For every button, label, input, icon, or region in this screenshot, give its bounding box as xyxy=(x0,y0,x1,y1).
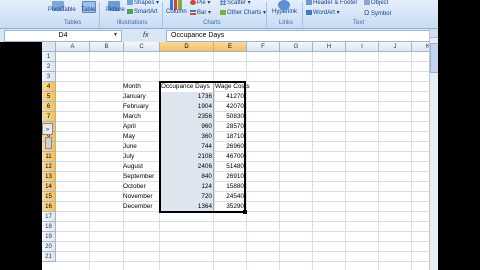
group-separator xyxy=(302,2,303,27)
object-button[interactable]: Object xyxy=(364,0,388,7)
row-header-7[interactable]: 7 xyxy=(42,112,56,122)
row-header-17[interactable]: 17 xyxy=(42,212,56,222)
column-header-e[interactable]: E xyxy=(214,42,247,52)
cell-month[interactable]: August xyxy=(123,162,143,172)
selection-border xyxy=(159,81,246,213)
omega-icon: Ω xyxy=(364,10,370,17)
row-header-3[interactable]: 3 xyxy=(42,72,56,82)
row-header-11[interactable]: 11 xyxy=(42,152,56,162)
column-header-f[interactable]: F xyxy=(247,42,280,52)
insert-function-button[interactable]: fx xyxy=(143,31,148,40)
bar-chart-button[interactable]: Bar ▾ xyxy=(190,10,211,17)
row-header-5[interactable]: 5 xyxy=(42,92,56,102)
row-header-20[interactable]: 20 xyxy=(42,242,56,252)
right-dark-border xyxy=(438,0,480,270)
row-header-18[interactable]: 18 xyxy=(42,222,56,232)
other-charts-icon xyxy=(220,10,226,15)
group-separator xyxy=(99,2,100,27)
links-group-label: Links xyxy=(279,20,294,26)
other-charts-button[interactable]: Other Charts ▾ xyxy=(220,10,266,17)
name-box[interactable]: D4 xyxy=(4,30,122,42)
cell-month[interactable]: May xyxy=(123,132,135,142)
cell-month[interactable]: December xyxy=(123,202,152,212)
left-dark-border xyxy=(0,42,42,270)
cell-month[interactable]: October xyxy=(123,182,146,192)
row-header-1[interactable]: 1 xyxy=(42,52,56,62)
expand-panel-button[interactable]: » xyxy=(42,123,53,135)
cell-month[interactable]: January xyxy=(123,92,146,102)
row-header-15[interactable]: 15 xyxy=(42,192,56,202)
pie-chart-button[interactable]: Pie ▾ xyxy=(190,0,210,7)
shapes-button[interactable]: Shapes ▾ xyxy=(127,0,159,7)
cell-month[interactable]: November xyxy=(123,192,152,202)
ribbon: PivotTable Table Tables Picture Shapes ▾… xyxy=(0,0,480,29)
row-header-12[interactable]: 12 xyxy=(42,162,56,172)
group-separator xyxy=(266,2,267,27)
pivottable-button[interactable]: PivotTable xyxy=(48,7,76,14)
header-month[interactable]: Month xyxy=(123,82,141,92)
text-group-label: Text xyxy=(353,20,365,26)
object-icon xyxy=(364,0,370,5)
header-footer-icon xyxy=(306,0,312,5)
row-header-13[interactable]: 13 xyxy=(42,172,56,182)
row-header-16[interactable]: 16 xyxy=(42,202,56,212)
column-chart-button[interactable]: Column xyxy=(166,9,187,16)
column-header-i[interactable]: I xyxy=(346,42,379,52)
column-header-a[interactable]: A xyxy=(56,42,90,52)
scatter-chart-button[interactable]: Scatter ▾ xyxy=(220,0,251,7)
cell-month[interactable]: March xyxy=(123,112,141,122)
cell-month[interactable]: September xyxy=(123,172,154,182)
cell-month[interactable]: February xyxy=(123,102,149,112)
charts-group-label: Charts xyxy=(203,20,221,26)
column-header-h[interactable]: H xyxy=(313,42,346,52)
scatter-chart-icon xyxy=(220,0,226,5)
row-header-4[interactable]: 4 xyxy=(42,82,56,92)
smartart-button[interactable]: SmartArt xyxy=(127,9,158,16)
symbol-button[interactable]: Ω Symbol xyxy=(364,10,391,18)
cell-month[interactable]: April xyxy=(123,122,136,132)
name-box-dropdown-icon[interactable]: ▼ xyxy=(113,33,118,38)
column-header-d[interactable]: D xyxy=(160,42,214,52)
row-header-14[interactable]: 14 xyxy=(42,182,56,192)
hyperlink-button[interactable]: Hyperlink xyxy=(272,9,297,16)
column-header-j[interactable]: J xyxy=(379,42,412,52)
picture-button[interactable]: Picture xyxy=(106,7,125,14)
header-footer-button[interactable]: Header & Footer xyxy=(306,0,357,7)
tables-group-label: Tables xyxy=(64,20,82,26)
smartart-icon xyxy=(127,9,133,14)
row-header-6[interactable]: 6 xyxy=(42,102,56,112)
cell-month[interactable]: June xyxy=(123,142,137,152)
bar-chart-icon xyxy=(190,10,196,15)
table-button[interactable]: Table xyxy=(81,7,95,14)
shapes-icon xyxy=(127,0,133,5)
illustrations-group-label: Illustrations xyxy=(117,20,148,26)
group-separator xyxy=(162,2,163,27)
row-header-19[interactable]: 19 xyxy=(42,232,56,242)
row-header-21[interactable]: 21 xyxy=(42,252,56,262)
fill-handle[interactable] xyxy=(243,210,247,214)
column-header-g[interactable]: G xyxy=(280,42,313,52)
wordart-icon xyxy=(306,10,312,15)
wordart-button[interactable]: WordArt ▾ xyxy=(306,10,340,17)
cell-month[interactable]: July xyxy=(123,152,134,162)
side-handle-icon[interactable] xyxy=(45,137,52,149)
column-header-b[interactable]: B xyxy=(90,42,124,52)
formula-input[interactable]: Occupance Days xyxy=(166,30,432,42)
formula-bar: D4 ▼ fx Occupance Days xyxy=(0,29,480,43)
select-all-corner[interactable] xyxy=(42,42,56,52)
row-header-2[interactable]: 2 xyxy=(42,62,56,72)
column-header-c[interactable]: C xyxy=(124,42,160,52)
pie-chart-icon xyxy=(190,0,196,5)
